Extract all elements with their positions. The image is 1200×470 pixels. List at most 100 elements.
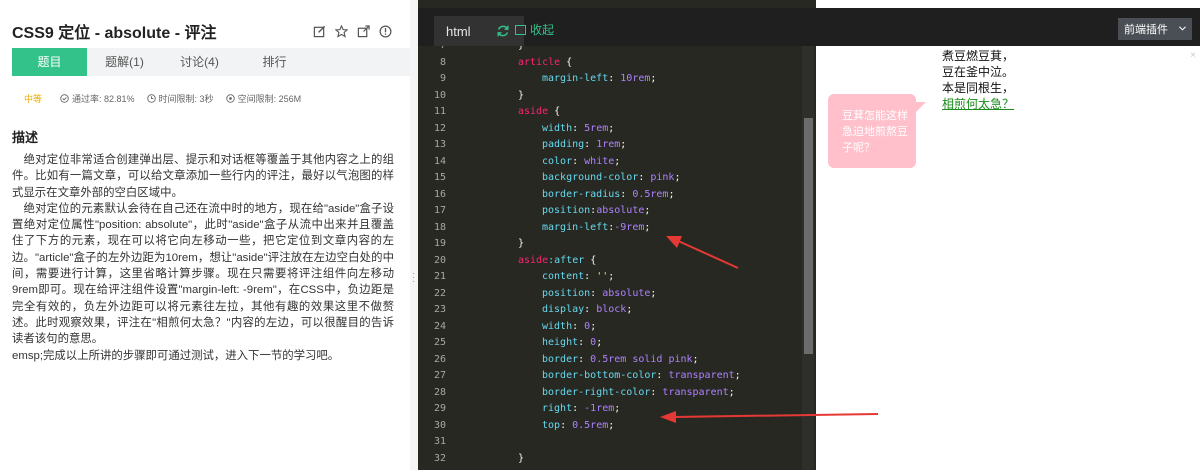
code-line: border-bottom-color: transparent; — [542, 368, 741, 384]
tab-solutions[interactable]: 题解(1) — [87, 48, 162, 76]
code-token: : — [584, 304, 597, 315]
code-token: : — [572, 122, 585, 134]
code-line: } — [518, 88, 524, 104]
poem-line: 煮豆燃豆萁， — [942, 49, 1015, 63]
code-token: block — [596, 304, 627, 315]
tab-html-label: html — [446, 23, 471, 39]
code-token: -9rem — [614, 221, 645, 233]
code-token: ; — [650, 73, 657, 84]
code-line: position: absolute; — [542, 286, 656, 302]
refresh-icon[interactable] — [496, 24, 510, 38]
code-area[interactable]: } article { margin-left: 10rem;} aside { wid… — [418, 0, 816, 470]
share-icon[interactable] — [357, 24, 370, 38]
editor-toolbar: html 收起 前端插件 — [418, 8, 1200, 46]
pane-resizer[interactable] — [410, 0, 418, 470]
code-line: border-right-color: transparent; — [542, 385, 735, 401]
tab-html[interactable]: html — [434, 16, 524, 46]
editor-scroll-thumb[interactable] — [804, 118, 813, 354]
code-line: margin-left:-9rem; — [542, 220, 650, 236]
code-token: background-color — [542, 172, 639, 183]
code-token: aside — [518, 106, 549, 117]
code-token: ; — [644, 221, 651, 233]
poem-article: 煮豆燃豆萁， 豆在釜中泣。 本是同根生， 相煎何太急？ — [942, 48, 1014, 112]
code-token: absolute — [596, 205, 645, 216]
code-token: border — [542, 353, 579, 365]
code-token: : — [584, 139, 597, 150]
clock-icon — [146, 93, 156, 103]
code-line: color: white; — [542, 154, 620, 170]
code-token: ; — [734, 370, 741, 381]
code-token: ; — [674, 172, 681, 183]
code-token: : — [656, 370, 669, 381]
code-token: ; — [596, 337, 603, 348]
page-title: CSS9 定位 - absolute - 评注 — [12, 25, 217, 42]
description-paragraph: 绝对定位非常适合创建弹出层、提示和对话框等覆盖于其他内容之上的组件。比如有一篇文… — [12, 154, 394, 199]
collapse-label: 收起 — [530, 23, 555, 37]
code-line: } — [518, 451, 524, 467]
code-token: { — [548, 106, 561, 117]
preview-panel: 煮豆燃豆萁， 豆在釜中泣。 本是同根生， 相煎何太急？ 豆萁怎能这样急迫地煎熬豆… — [816, 46, 1200, 470]
code-line: display: block; — [542, 302, 632, 318]
check-circle-icon — [60, 93, 69, 103]
code-line: width: 5rem; — [542, 121, 614, 137]
code-token: } — [518, 238, 525, 249]
code-token: : — [650, 386, 663, 398]
tab-discussion[interactable]: 讨论(4) — [162, 48, 237, 76]
code-token: height — [542, 337, 579, 348]
code-line: padding: 1rem; — [542, 137, 626, 153]
code-token: : — [572, 320, 585, 332]
code-token: white — [584, 155, 615, 167]
code-token: border-bottom-color — [542, 370, 657, 381]
code-line: top: 0.5rem; — [542, 418, 614, 434]
code-line: aside:after { — [518, 253, 596, 269]
code-token: '' — [596, 271, 609, 282]
code-token: 1rem — [596, 139, 621, 150]
poem-line: 豆在釜中泣。 — [942, 65, 1015, 79]
plugin-label: 前端插件 — [1124, 24, 1168, 36]
code-line: article { — [518, 55, 572, 71]
code-token: position — [542, 287, 591, 299]
code-token: } — [518, 89, 525, 101]
code-token: margin-left — [542, 221, 609, 233]
code-line: right: -1rem; — [542, 401, 620, 417]
description-heading: 描述 — [12, 130, 39, 145]
chevron-down-icon — [1179, 26, 1186, 31]
code-token: absolute — [602, 287, 651, 299]
code-token: ; — [644, 205, 651, 216]
code-token: : — [572, 403, 585, 414]
code-token: position — [542, 205, 591, 216]
memory-limit: 空间限制: 256M — [237, 93, 302, 104]
code-token: : — [572, 155, 585, 167]
code-token: ; — [728, 386, 735, 398]
problem-panel: CSS9 定位 - absolute - 评注 题目 题解(1) 讨论(4) 排… — [0, 0, 410, 470]
code-token: width — [542, 122, 573, 134]
code-line: border: 0.5rem solid pink; — [542, 352, 699, 368]
code-token: margin-left — [542, 73, 609, 84]
code-token: ; — [608, 419, 615, 431]
drag-handle-icon[interactable]: · · · — [412, 269, 415, 287]
code-token: 0.5rem solid pink — [590, 353, 693, 365]
code-token: ; — [650, 287, 657, 299]
tab-problem[interactable]: 题目 — [12, 48, 87, 76]
code-token: { — [584, 254, 597, 266]
code-token: display — [542, 304, 585, 315]
collapse-button[interactable]: 收起 — [515, 21, 554, 38]
collapse-icon — [515, 24, 526, 35]
code-line: background-color: pink; — [542, 170, 681, 186]
info-icon[interactable] — [379, 25, 392, 38]
poem-link[interactable]: 相煎何太急？ — [942, 96, 1014, 112]
code-editor[interactable]: 7891011121314151617181920212223242526272… — [418, 0, 816, 470]
code-token: ; — [614, 155, 621, 167]
difficulty-badge: 中等 — [24, 93, 43, 104]
star-icon[interactable] — [335, 24, 348, 38]
edit-icon[interactable] — [313, 25, 326, 38]
code-token: : — [560, 419, 573, 431]
code-token: ; — [590, 320, 597, 332]
code-token: 10rem — [620, 73, 651, 84]
code-token: 0.5rem — [632, 188, 669, 200]
frontend-plugin-select[interactable]: 前端插件 — [1118, 18, 1192, 40]
time-limit: 时间限制: 3秒 — [158, 93, 214, 104]
code-token: ; — [692, 353, 699, 365]
tab-ranking[interactable]: 排行 — [237, 48, 312, 76]
memory-icon — [225, 93, 235, 103]
